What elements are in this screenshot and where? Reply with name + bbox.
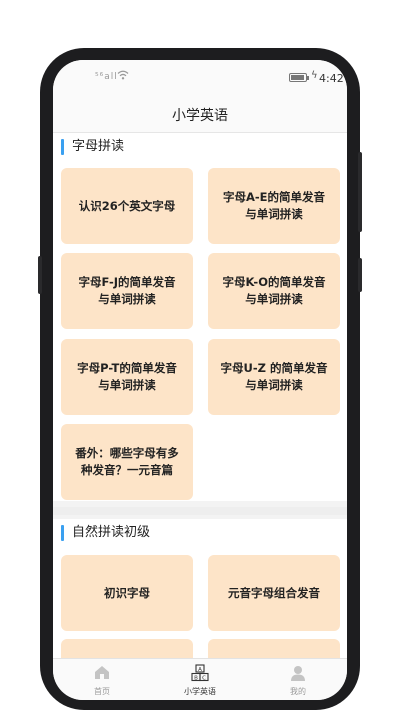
section-title: 自然拼读初级 bbox=[72, 525, 151, 540]
section-header: 自然拼读初级 bbox=[53, 519, 347, 547]
lesson-card[interactable]: 元音字母组合发音 bbox=[208, 555, 340, 631]
tab-label: 我的 bbox=[290, 687, 306, 696]
content-scroll[interactable]: 字母拼读 认识26个英文字母 字母A-E的简单发音与单词拼读 字母F-J的简单发… bbox=[53, 133, 347, 658]
phone-side-button bbox=[358, 152, 362, 232]
lesson-card-label: 字母P-T的简单发音与单词拼读 bbox=[77, 361, 177, 392]
svg-text:B: B bbox=[194, 676, 198, 682]
tab-mine[interactable]: 我的 bbox=[249, 659, 347, 700]
section-natural-phonics: 自然拼读初级 初识字母 元音字母组合发音 bbox=[53, 519, 347, 658]
svg-text:C: C bbox=[202, 676, 206, 682]
battery-icon bbox=[289, 73, 309, 82]
lesson-card[interactable] bbox=[208, 639, 340, 658]
lesson-card[interactable]: 字母F-J的简单发音与单词拼读 bbox=[61, 253, 193, 329]
lesson-card[interactable]: 字母U-Z 的简单发音与单词拼读 bbox=[208, 339, 340, 415]
phone-side-button bbox=[358, 258, 362, 292]
lesson-card[interactable]: 字母K-O的简单发音与单词拼读 bbox=[208, 253, 340, 329]
tab-label: 首页 bbox=[94, 687, 110, 696]
section-accent-bar bbox=[61, 139, 64, 155]
lesson-card-label: 认识26个英文字母 bbox=[78, 198, 176, 213]
lesson-card-label: 番外：哪些字母有多种发音？一元音篇 bbox=[75, 446, 179, 477]
lesson-card-label: 字母U-Z 的简单发音与单词拼读 bbox=[220, 361, 328, 392]
bottom-tab-bar: 首页 A B C 小学英语 我的 bbox=[53, 658, 347, 700]
section-letter-phonics: 字母拼读 认识26个英文字母 字母A-E的简单发音与单词拼读 字母F-J的简单发… bbox=[53, 133, 347, 501]
lesson-card-label: 字母K-O的简单发音与单词拼读 bbox=[222, 275, 326, 306]
tab-label: 小学英语 bbox=[184, 687, 216, 696]
status-bar: ⁵⁶all ϟ 4:42 bbox=[53, 60, 347, 100]
section-divider bbox=[53, 507, 347, 515]
phone-side-button bbox=[38, 256, 42, 294]
lesson-card-label: 元音字母组合发音 bbox=[228, 585, 320, 600]
tab-home[interactable]: 首页 bbox=[53, 659, 151, 700]
title-bar: 小学英语 bbox=[53, 100, 347, 133]
lesson-card[interactable]: 字母A-E的简单发音与单词拼读 bbox=[208, 168, 340, 244]
page-title: 小学英语 bbox=[172, 108, 228, 124]
charging-icon: ϟ bbox=[311, 70, 318, 81]
section-header: 字母拼读 bbox=[53, 133, 347, 161]
tab-primary-english[interactable]: A B C 小学英语 bbox=[151, 659, 249, 700]
person-icon bbox=[291, 666, 305, 681]
svg-text:A: A bbox=[198, 667, 202, 673]
lesson-card[interactable]: 认识26个英文字母 bbox=[61, 168, 193, 244]
app-screen: ⁵⁶all ϟ 4:42 小学英语 字母拼读 认识26个英文字母 字母A-E的简… bbox=[53, 60, 347, 700]
wifi-icon bbox=[117, 70, 129, 80]
lesson-card-label: 初识字母 bbox=[104, 585, 150, 600]
lesson-card[interactable]: 番外：哪些字母有多种发音？一元音篇 bbox=[61, 424, 193, 500]
signal-indicator: ⁵⁶all bbox=[95, 72, 118, 82]
abc-blocks-icon: A B C bbox=[191, 664, 209, 682]
section-title: 字母拼读 bbox=[72, 139, 125, 154]
lesson-card[interactable] bbox=[61, 639, 193, 658]
home-icon bbox=[95, 666, 109, 679]
status-time: 4:42 bbox=[319, 72, 344, 85]
lesson-card-label: 字母A-E的简单发音与单词拼读 bbox=[222, 190, 326, 221]
section-accent-bar bbox=[61, 525, 64, 541]
lesson-card-label: 字母F-J的简单发音与单词拼读 bbox=[78, 275, 176, 306]
lesson-card[interactable]: 初识字母 bbox=[61, 555, 193, 631]
lesson-card[interactable]: 字母P-T的简单发音与单词拼读 bbox=[61, 339, 193, 415]
